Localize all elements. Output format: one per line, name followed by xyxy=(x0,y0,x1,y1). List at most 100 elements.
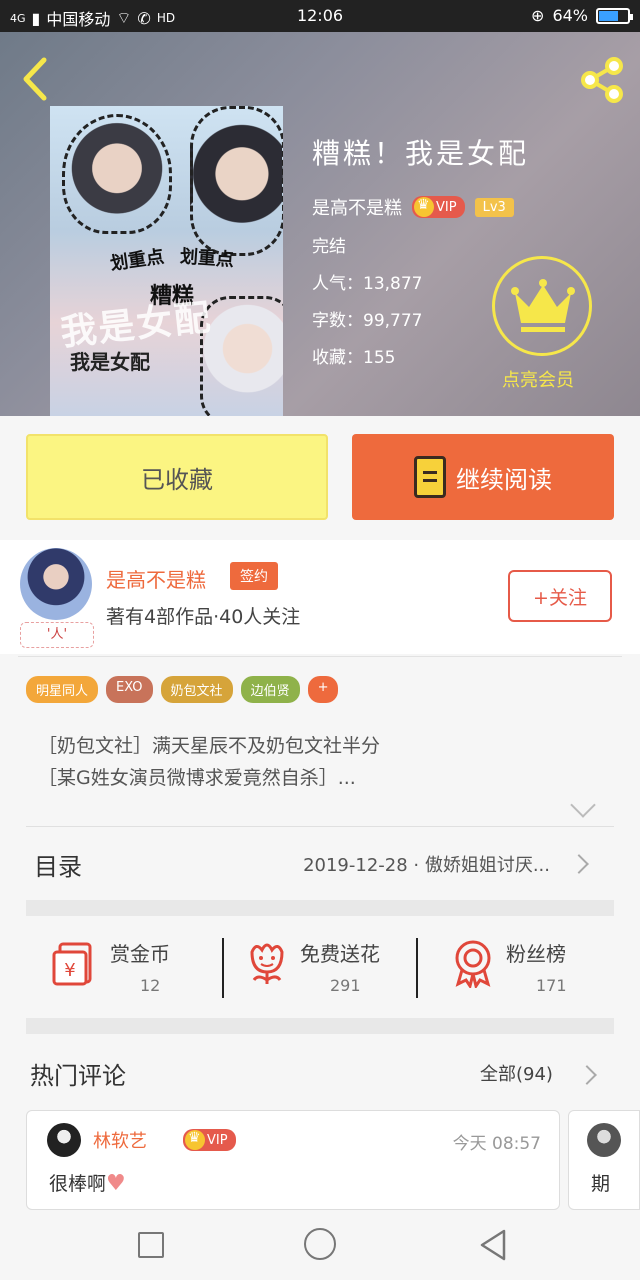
crown-icon xyxy=(185,1130,205,1150)
stat-value: 12 xyxy=(140,976,161,995)
status-bar: 4G ▮ 中国移动 ⌔ ✆ HD 12:06 ⊕ 64% xyxy=(0,0,640,32)
battery-percent: 64% xyxy=(552,6,588,25)
all-comments-link[interactable]: 全部(94) xyxy=(480,1060,553,1086)
stat-value: 171 xyxy=(536,976,567,995)
share-icon[interactable] xyxy=(576,54,628,106)
comment-text: 期 xyxy=(591,1173,611,1195)
status-right: ⊕ 64% xyxy=(531,6,633,25)
home-icon[interactable] xyxy=(304,1228,336,1260)
book-icon xyxy=(414,456,446,498)
vip-label: VIP xyxy=(436,199,457,215)
cover-portrait-2 xyxy=(190,106,283,256)
cover-text: 我是女配 xyxy=(70,350,150,374)
avatar[interactable] xyxy=(47,1123,81,1157)
section-gap xyxy=(26,1018,614,1034)
section-gap xyxy=(26,900,614,916)
battery-icon xyxy=(596,7,633,24)
vip-label: VIP xyxy=(207,1132,228,1148)
hot-comments-title: 热门评论 xyxy=(30,1062,126,1090)
tag[interactable]: 边伯贤 xyxy=(240,676,300,703)
system-nav-bar xyxy=(0,1210,640,1280)
ribbon-medal-icon xyxy=(455,940,491,988)
membership-button[interactable] xyxy=(492,256,592,356)
author-row: 是高不是糕 VIP Lv3 xyxy=(312,194,529,220)
book-author[interactable]: 是高不是糕 xyxy=(312,194,402,220)
favorites-label: 收藏： xyxy=(312,348,363,368)
book-title: 糟糕！我是女配 xyxy=(312,137,530,170)
continue-reading-label: 继续阅读 xyxy=(456,465,552,494)
commenter-name[interactable]: 林软艺 xyxy=(93,1127,147,1153)
intro-line: ［奶包文社］满天星辰不及奶包文社半分 xyxy=(38,735,381,757)
send-flower[interactable]: 免费送花 291 xyxy=(242,932,422,1002)
book-header: 划重点 划重点 糟糕 我是女配 我是女配 糟糕！我是女配 是高不是糕 VIP L… xyxy=(0,32,640,416)
latest-chapter: 2019-12-28 · 傲娇姐姐讨厌... xyxy=(303,855,550,876)
tag[interactable]: 明星同人 xyxy=(26,676,99,703)
avatar[interactable] xyxy=(587,1123,621,1157)
cover-portrait-3 xyxy=(200,296,283,416)
popularity-value: 13,877 xyxy=(363,274,423,294)
author-name[interactable]: 是高不是糕 xyxy=(106,564,206,593)
back-triangle-icon[interactable] xyxy=(478,1228,508,1262)
follow-button[interactable]: +关注 xyxy=(508,570,612,622)
svg-text:¥: ¥ xyxy=(64,960,75,981)
heart-icon: ♥ xyxy=(106,1171,126,1196)
favorites-stat: 收藏：155 xyxy=(312,343,529,368)
recent-apps-icon[interactable] xyxy=(138,1232,164,1258)
cover-portrait-1 xyxy=(62,114,172,234)
chevron-right-icon[interactable] xyxy=(577,1065,597,1085)
comment-card[interactable]: 林软艺 VIP 今天 08:57 很棒啊♥ xyxy=(26,1110,560,1210)
popularity-label: 人气： xyxy=(312,274,363,294)
author-description: 著有4部作品·40人关注 xyxy=(106,606,301,628)
book-intro[interactable]: ［奶包文社］满天星辰不及奶包文社半分 ［某G姓女演员微博求爱竟然自杀］... xyxy=(38,730,380,794)
battery-fill xyxy=(599,10,619,21)
divider xyxy=(18,656,622,657)
catalog-row[interactable]: 目录 2019-12-28 · 傲娇姐姐讨厌... xyxy=(26,826,614,898)
book-info: 糟糕！我是女配 是高不是糕 VIP Lv3 完结 人气：13,877 字数：99… xyxy=(312,132,529,368)
lock-rotation-icon: ⊕ xyxy=(531,6,545,25)
intro-line: ［某G姓女演员微博求爱竟然自杀］... xyxy=(38,767,356,789)
comment-card[interactable]: 期 xyxy=(568,1110,640,1210)
flower-icon xyxy=(250,943,284,984)
coin-reward[interactable]: ¥ 赏金币 12 xyxy=(52,932,232,1002)
collected-button[interactable]: 已收藏 xyxy=(26,434,328,520)
crown-icon xyxy=(414,197,434,217)
stat-label: 免费送花 xyxy=(300,942,380,966)
divider xyxy=(222,938,224,998)
red-envelope-icon: ¥ xyxy=(52,942,92,986)
tag[interactable]: EXO xyxy=(106,676,153,703)
stat-label: 粉丝榜 xyxy=(506,942,566,966)
level-badge: Lv3 xyxy=(474,197,514,217)
expand-chevron-icon[interactable] xyxy=(570,792,596,818)
avatar-tag: '人' xyxy=(20,622,94,648)
cover-text: 划重点 xyxy=(109,246,166,275)
crown-icon xyxy=(511,279,575,332)
stat-label: 赏金币 xyxy=(110,942,170,966)
chevron-right-icon xyxy=(569,854,589,874)
comment-text-row: 很棒啊♥ xyxy=(49,1169,126,1196)
catalog-label: 目录 xyxy=(34,853,82,881)
cover-text: 划重点 xyxy=(179,246,235,271)
collected-label: 已收藏 xyxy=(141,465,213,494)
signed-badge: 签约 xyxy=(230,562,278,590)
author-card: '人' 是高不是糕 签约 著有4部作品·40人关注 +关注 xyxy=(0,540,640,654)
vip-badge: VIP xyxy=(412,196,465,218)
back-arrow-icon[interactable] xyxy=(16,54,56,104)
book-detail-page: 4G ▮ 中国移动 ⌔ ✆ HD 12:06 ⊕ 64% 划重点 划重点 糟糕 … xyxy=(0,0,640,1280)
tag-list: 明星同人 EXO 奶包文社 边伯贤 + xyxy=(26,676,339,703)
word-count-value: 99,777 xyxy=(363,311,423,331)
book-cover[interactable]: 划重点 划重点 糟糕 我是女配 我是女配 xyxy=(50,106,283,416)
add-tag-button[interactable]: + xyxy=(307,676,339,703)
word-count-label: 字数： xyxy=(312,311,363,331)
comment-time: 今天 08:57 xyxy=(452,1134,541,1154)
stat-value: 291 xyxy=(330,976,361,995)
tag[interactable]: 奶包文社 xyxy=(160,676,233,703)
vip-badge: VIP xyxy=(183,1129,236,1151)
avatar[interactable] xyxy=(20,548,92,620)
fan-ranking[interactable]: 粉丝榜 171 xyxy=(448,932,628,1002)
continue-reading-button[interactable]: 继续阅读 xyxy=(352,434,614,520)
membership-label[interactable]: 点亮会员 xyxy=(502,366,574,392)
book-status: 完结 xyxy=(312,237,346,257)
favorites-value: 155 xyxy=(363,348,396,368)
comment-text: 很棒啊 xyxy=(49,1173,107,1195)
support-stats: ¥ 赏金币 12 免费送花 291 粉丝榜 171 xyxy=(26,920,614,1016)
